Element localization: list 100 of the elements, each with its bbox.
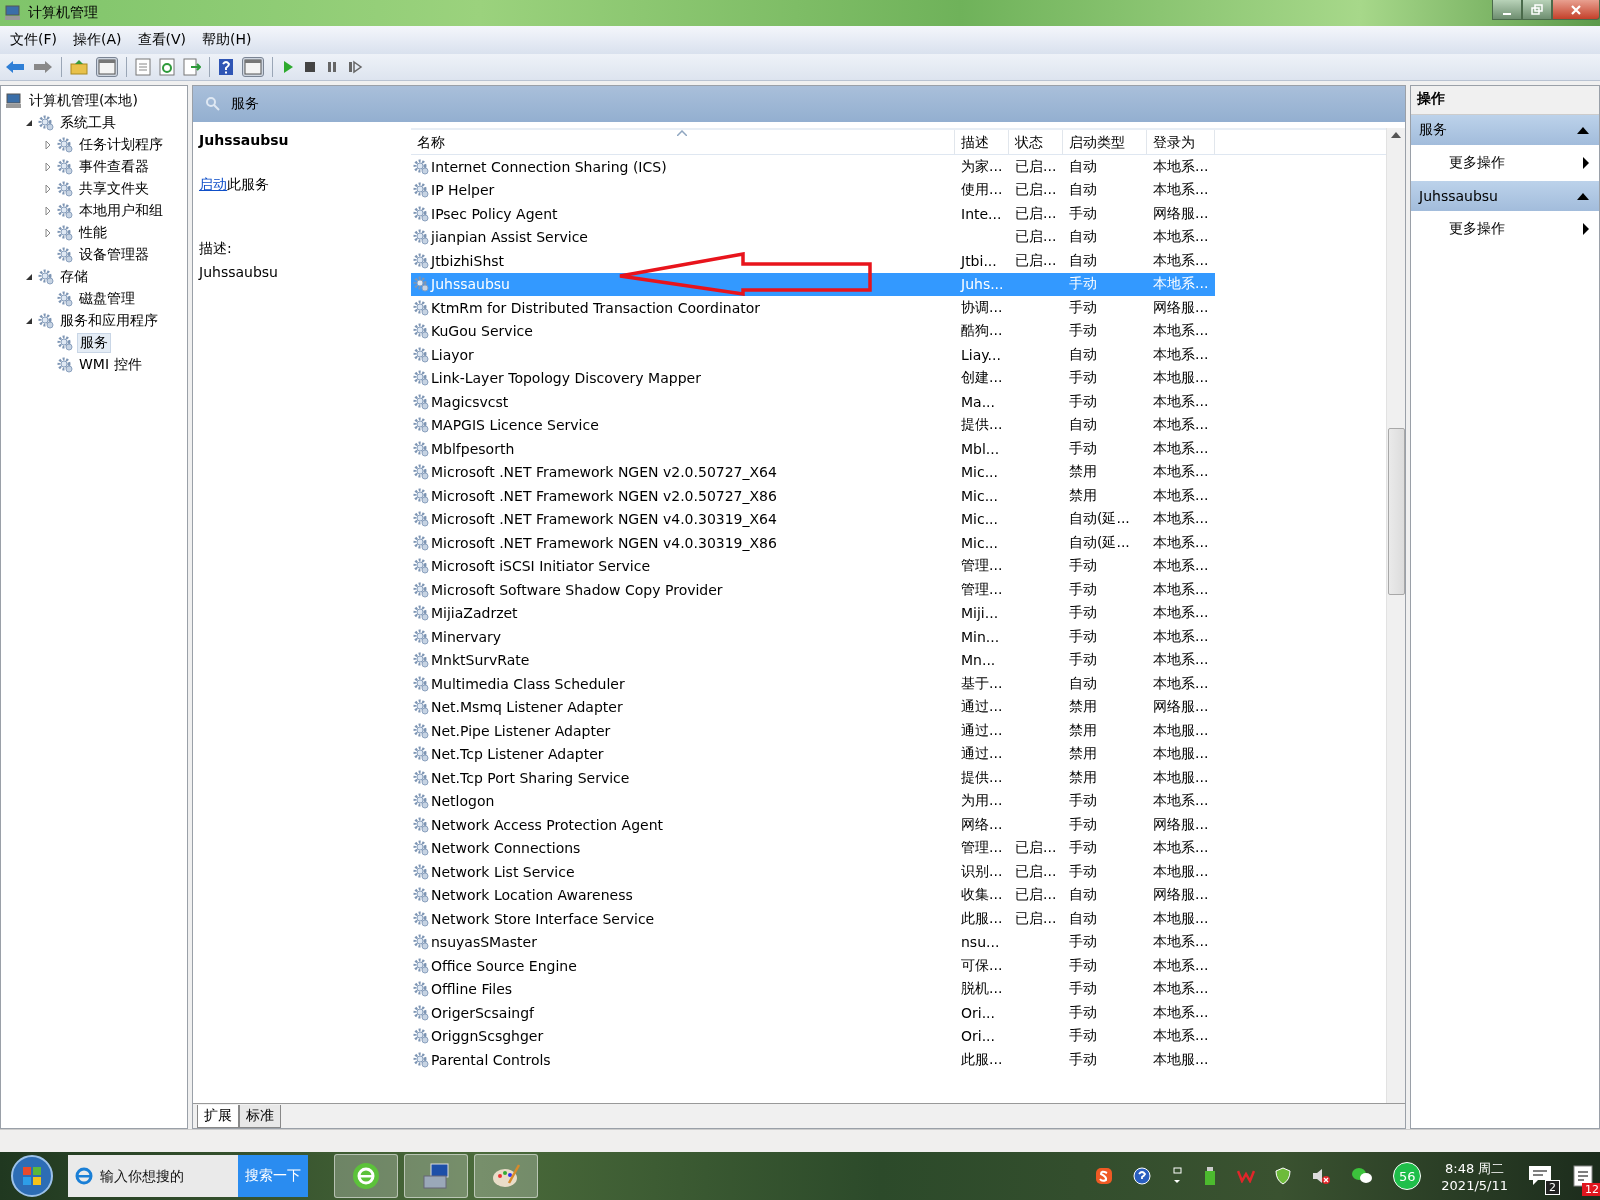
- service-row[interactable]: MijiaZadrzet Miji... 手动 本地系...: [411, 601, 1215, 625]
- action-section-header[interactable]: 服务: [1411, 115, 1599, 145]
- expand-icon[interactable]: [43, 140, 53, 150]
- window-switch-icon[interactable]: [1171, 1167, 1184, 1185]
- window-icon[interactable]: [242, 57, 264, 77]
- service-row[interactable]: OrigerScsaingf Ori... 手动 本地系...: [411, 1001, 1215, 1025]
- column-header[interactable]: 登录为: [1147, 130, 1215, 154]
- start-button[interactable]: [10, 1154, 54, 1198]
- service-row[interactable]: jianpian Assist Service 已启... 自动 本地系...: [411, 225, 1215, 249]
- service-row[interactable]: Net.Msmq Listener Adapter 通过... 禁用 网络服...: [411, 695, 1215, 719]
- tree-item[interactable]: 本地用户和组: [77, 202, 165, 220]
- service-row[interactable]: Microsoft .NET Framework NGEN v2.0.50727_X64 Mic... 禁用 本地系...: [411, 460, 1215, 484]
- service-row[interactable]: Microsoft Software Shadow Copy Provider 管理... 手动 本地系...: [411, 578, 1215, 602]
- view-tab[interactable]: 标准: [239, 1105, 281, 1128]
- service-row[interactable]: IP Helper 使用... 已启... 自动 本地系...: [411, 178, 1215, 202]
- tree-item[interactable]: 系统工具: [58, 114, 118, 132]
- column-header[interactable]: 状态: [1009, 130, 1063, 154]
- service-row[interactable]: Netlogon 为用... 手动 本地系...: [411, 789, 1215, 813]
- tree-item[interactable]: 共享文件夹: [77, 180, 151, 198]
- service-row[interactable]: Net.Tcp Listener Adapter 通过... 禁用 本地服...: [411, 742, 1215, 766]
- service-row[interactable]: Microsoft iSCSI Initiator Service 管理... 手动 本地系...: [411, 554, 1215, 578]
- collapse-icon[interactable]: [24, 272, 34, 282]
- scroll-thumb[interactable]: [1387, 428, 1405, 595]
- service-row[interactable]: Microsoft .NET Framework NGEN v4.0.30319_X64 Mic... 自动(延... 本地系...: [411, 507, 1215, 531]
- service-row[interactable]: MnktSurvRate Mn... 手动 本地系...: [411, 648, 1215, 672]
- service-row[interactable]: Liayor Liay... 自动 本地系...: [411, 343, 1215, 367]
- action-item[interactable]: 更多操作: [1449, 154, 1505, 172]
- tree-item[interactable]: 存储: [58, 268, 90, 286]
- action-item[interactable]: 更多操作: [1449, 220, 1505, 238]
- speaker-muted-icon[interactable]: [1311, 1167, 1332, 1185]
- input-method-icon[interactable]: [1095, 1167, 1114, 1185]
- service-row[interactable]: Network List Service 识别... 已启... 手动 本地服...: [411, 860, 1215, 884]
- expand-icon[interactable]: [43, 184, 53, 194]
- stop-icon[interactable]: [303, 60, 317, 74]
- search-field[interactable]: 输入你想搜的: [68, 1155, 238, 1197]
- expand-icon[interactable]: [43, 162, 53, 172]
- service-row[interactable]: OriggnScsghger Ori... 手动 本地系...: [411, 1024, 1215, 1048]
- view-tab[interactable]: 扩展: [197, 1105, 239, 1128]
- restore-button[interactable]: [1522, 0, 1552, 20]
- shield-icon[interactable]: [1275, 1167, 1292, 1185]
- column-header[interactable]: 启动类型: [1063, 130, 1147, 154]
- tree-item[interactable]: 磁盘管理: [77, 290, 137, 308]
- clock-time[interactable]: 8:48 周二: [1445, 1159, 1505, 1178]
- refresh-icon[interactable]: [159, 58, 175, 76]
- back-icon[interactable]: [5, 59, 25, 75]
- service-row[interactable]: Magicsvcst Ma... 手动 本地系...: [411, 390, 1215, 414]
- service-row[interactable]: Offline Files 脱机... 手动 本地系...: [411, 977, 1215, 1001]
- service-row[interactable]: Microsoft .NET Framework NGEN v2.0.50727_X86 Mic... 禁用 本地系...: [411, 484, 1215, 508]
- tree-item[interactable]: 性能: [77, 224, 109, 242]
- service-row[interactable]: IPsec Policy Agent Inte... 已启... 手动 网络服...: [411, 202, 1215, 226]
- menu-item[interactable]: 操作(A): [73, 31, 122, 49]
- menu-item[interactable]: 文件(F): [10, 31, 57, 49]
- service-row[interactable]: Office Source Engine 可保... 手动 本地系...: [411, 954, 1215, 978]
- tree-item[interactable]: 设备管理器: [77, 246, 151, 264]
- forward-icon[interactable]: [33, 59, 53, 75]
- taskbar-app-button[interactable]: [474, 1154, 538, 1198]
- scroll-up-icon[interactable]: [1391, 132, 1401, 138]
- collapse-icon[interactable]: [24, 316, 34, 326]
- help-icon[interactable]: [1133, 1167, 1152, 1185]
- clock-date[interactable]: 2021/5/11: [1441, 1177, 1508, 1193]
- menu-item[interactable]: 查看(V): [137, 31, 186, 49]
- tree-item[interactable]: 服务: [77, 333, 111, 353]
- service-row[interactable]: Link-Layer Topology Discovery Mapper 创建... 手动 本地服...: [411, 366, 1215, 390]
- start-link[interactable]: 启动: [199, 176, 227, 192]
- service-row[interactable]: MAPGIS Licence Service 提供... 自动 本地系...: [411, 413, 1215, 437]
- service-row[interactable]: Internet Connection Sharing (ICS) 为家... 已启... 自动 本地系...: [411, 155, 1215, 179]
- play-icon[interactable]: [281, 60, 295, 74]
- export-icon[interactable]: [183, 58, 201, 76]
- service-row[interactable]: Parental Controls 此服... 手动 本地服...: [411, 1048, 1215, 1072]
- collapse-icon[interactable]: [1577, 192, 1589, 200]
- service-row[interactable]: nsuyasSMaster nsu... 手动 本地系...: [411, 930, 1215, 954]
- tree-item[interactable]: 计算机管理(本地): [27, 92, 140, 110]
- pause-icon[interactable]: [325, 60, 339, 74]
- action-section-header[interactable]: Juhssaubsu: [1411, 181, 1599, 211]
- usb-icon[interactable]: [1203, 1166, 1218, 1186]
- taskbar-app-button[interactable]: [404, 1154, 468, 1198]
- service-row[interactable]: Net.Tcp Port Sharing Service 提供... 禁用 本地服...: [411, 766, 1215, 790]
- chat-icon[interactable]: [1351, 1167, 1374, 1185]
- window-icon[interactable]: [96, 57, 118, 77]
- service-row[interactable]: Network Store Interface Service 此服... 已启... 自动 本地服...: [411, 907, 1215, 931]
- menu-item[interactable]: 帮助(H): [202, 31, 252, 49]
- service-row[interactable]: Mblfpesorth Mbl... 手动 本地系...: [411, 437, 1215, 461]
- service-row[interactable]: Microsoft .NET Framework NGEN v4.0.30319_X86 Mic... 自动(延... 本地系...: [411, 531, 1215, 555]
- service-row[interactable]: Minervary Min... 手动 本地系...: [411, 625, 1215, 649]
- folder-up-icon[interactable]: [70, 59, 88, 75]
- service-row[interactable]: Network Location Awareness 收集... 已启... 自动 网络服...: [411, 883, 1215, 907]
- expand-icon[interactable]: [43, 228, 53, 238]
- taskbar-app-button[interactable]: [334, 1154, 398, 1198]
- service-row[interactable]: Multimedia Class Scheduler 基于... 自动 本地系...: [411, 672, 1215, 696]
- tree-item[interactable]: 服务和应用程序: [58, 312, 160, 330]
- close-button[interactable]: [1552, 0, 1600, 20]
- scrollbar[interactable]: [1386, 128, 1405, 1103]
- service-row[interactable]: Network Access Protection Agent 网络... 手动 网络服...: [411, 813, 1215, 837]
- service-row[interactable]: KuGou Service 酷狗... 手动 本地系...: [411, 319, 1215, 343]
- column-header[interactable]: 名称: [411, 130, 955, 154]
- expand-icon[interactable]: [43, 206, 53, 216]
- service-row[interactable]: Net.Pipe Listener Adapter 通过... 禁用 本地服...: [411, 719, 1215, 743]
- service-row[interactable]: Network Connections 管理... 已启... 手动 本地系...: [411, 836, 1215, 860]
- service-row[interactable]: KtmRm for Distributed Transaction Coordinator 协调... 手动 网络服...: [411, 296, 1215, 320]
- service-row[interactable]: JtbizhiShst Jtbi... 已启... 自动 本地系...: [411, 249, 1215, 273]
